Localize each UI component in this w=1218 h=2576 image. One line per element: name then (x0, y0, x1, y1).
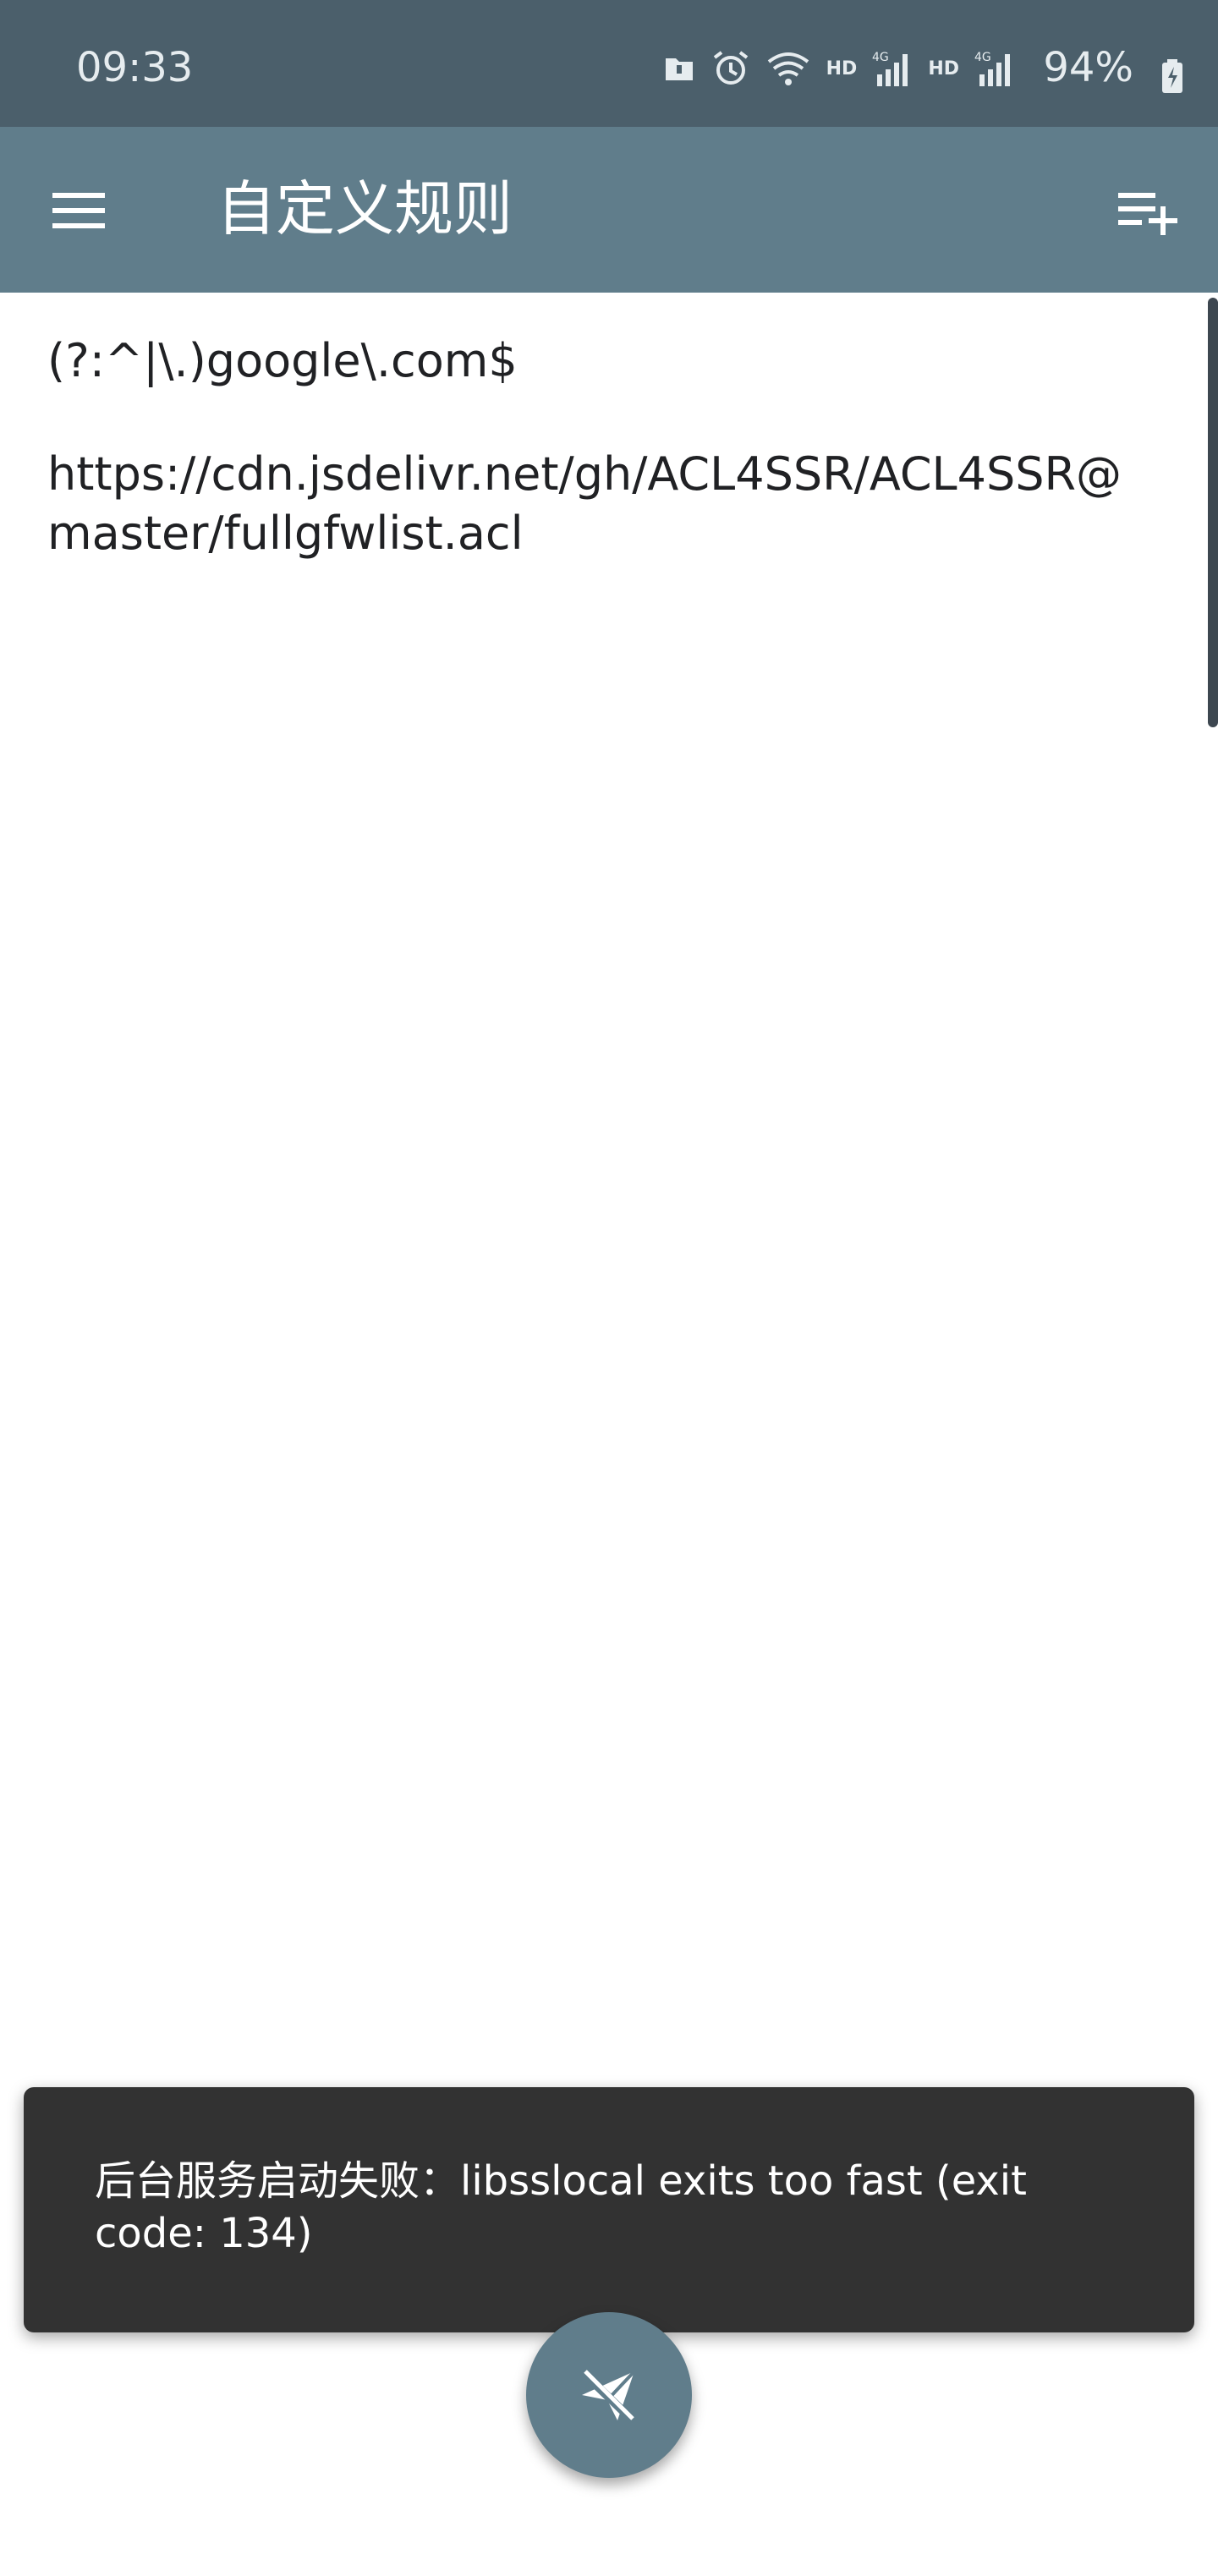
network-badge-1: HD (826, 58, 858, 79)
playlist-add-icon (1116, 193, 1181, 240)
connect-fab[interactable] (526, 2312, 692, 2478)
menu-icon (49, 193, 108, 235)
network-badge-2: HD (928, 58, 959, 79)
alarm-icon (711, 49, 750, 88)
status-time: 09:33 (76, 44, 194, 91)
signal-icon: 4G (974, 49, 1015, 88)
snackbar: 后台服务启动失败：libsslocal exits too fast (exit… (24, 2087, 1194, 2332)
rule-item-regex[interactable]: (?:^|\.)google\.com$ (47, 332, 1147, 391)
menu-button[interactable] (49, 189, 108, 232)
page-title: 自定义规则 (217, 174, 513, 244)
rule-item-url[interactable]: https://cdn.jsdelivr.net/gh/ACL4SSR/ACL4… (47, 445, 1147, 563)
battery-level: 94% (1043, 44, 1133, 91)
add-rule-button[interactable] (1116, 186, 1181, 237)
status-icons: HD 4G HD 4G (662, 47, 1015, 90)
svg-text:4G: 4G (872, 51, 889, 64)
svg-text:4G: 4G (974, 51, 991, 64)
wifi-icon (765, 50, 811, 87)
status-bar: 09:33 HD 4G HD 4G 94% (0, 0, 1218, 127)
app-bar: 自定义规则 (0, 127, 1218, 293)
battery-charging-icon (1160, 59, 1184, 96)
scrollbar[interactable] (1208, 298, 1218, 727)
snackbar-message: 后台服务启动失败：libsslocal exits too fast (exit… (95, 2157, 1027, 2257)
sd-card-icon (662, 53, 696, 84)
signal-icon: 4G (872, 49, 913, 88)
